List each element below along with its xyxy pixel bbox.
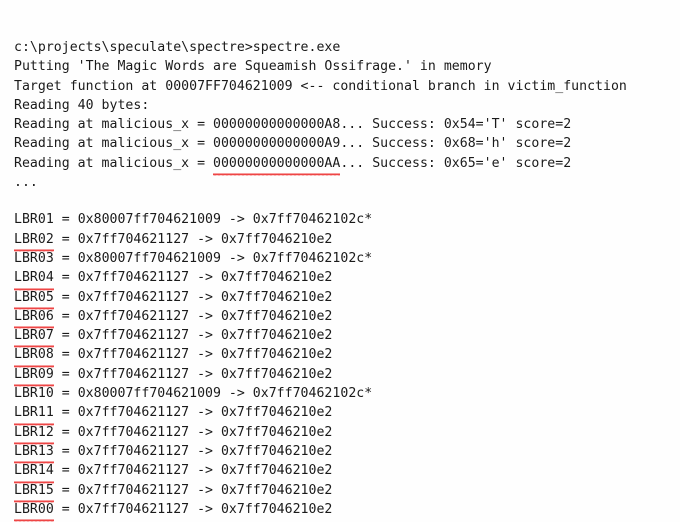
lbr-line: LBR04 = 0x7ff704621127 -> 0x7ff7046210e2 bbox=[14, 268, 680, 291]
lbr-line: LBR12 = 0x7ff704621127 -> 0x7ff7046210e2 bbox=[14, 422, 680, 445]
console-line: Reading at malicious_x = 00000000000000A… bbox=[14, 117, 572, 133]
lbr-line: LBR02 = 0x7ff704621127 -> 0x7ff7046210e2 bbox=[14, 229, 680, 252]
console-line-suffix: ... Success: 0x65='e' score=2 bbox=[340, 155, 572, 171]
intro-output-block: c:\projects\speculate\spectre>spectre.ex… bbox=[0, 0, 680, 192]
lbr-branch-record: = 0x7ff704621127 -> 0x7ff7046210e2 bbox=[53, 347, 333, 363]
console-line-prefix: Reading at malicious_x = bbox=[14, 155, 213, 171]
lbr-line: LBR03 = 0x80007ff704621009 -> 0x7ff70462… bbox=[14, 249, 680, 268]
lbr-branch-record: = 0x7ff704621127 -> 0x7ff7046210e2 bbox=[53, 482, 333, 498]
lbr-register-label: LBR03 bbox=[14, 250, 54, 266]
lbr-register-label: LBR10 bbox=[14, 386, 54, 402]
lbr-register-label: LBR02 bbox=[14, 229, 54, 252]
console-line: Reading at malicious_x = 00000000000000A… bbox=[14, 153, 680, 177]
lbr-branch-record: = 0x7ff704621127 -> 0x7ff7046210e2 bbox=[53, 366, 333, 382]
lbr-branch-record: = 0x80007ff704621009 -> 0x7ff70462102c* bbox=[53, 212, 373, 228]
lbr-branch-record: = 0x7ff704621127 -> 0x7ff7046210e2 bbox=[53, 405, 333, 421]
lbr-line: LBR08 = 0x7ff704621127 -> 0x7ff7046210e2 bbox=[14, 345, 680, 368]
lbr-line: LBR05 = 0x7ff704621127 -> 0x7ff7046210e2 bbox=[14, 287, 680, 310]
lbr-register-label: LBR09 bbox=[14, 364, 54, 388]
lbr-line: LBR15 = 0x7ff704621127 -> 0x7ff7046210e2 bbox=[14, 480, 680, 503]
lbr-branch-record: = 0x7ff704621127 -> 0x7ff7046210e2 bbox=[53, 463, 333, 479]
lbr-register-label: LBR00 bbox=[14, 499, 54, 522]
lbr-branch-record: = 0x7ff704621127 -> 0x7ff7046210e2 bbox=[53, 308, 333, 324]
misspelled-token: 00000000000000AA bbox=[213, 153, 341, 177]
console-line: Target function at 00007FF704621009 <-- … bbox=[14, 78, 627, 94]
lbr-line: LBR00 = 0x7ff704621127 -> 0x7ff7046210e2 bbox=[14, 499, 680, 522]
lbr-line: LBR07 = 0x7ff704621127 -> 0x7ff7046210e2 bbox=[14, 326, 680, 349]
lbr-branch-record: = 0x7ff704621127 -> 0x7ff7046210e2 bbox=[53, 443, 333, 459]
lbr-line: LBR14 = 0x7ff704621127 -> 0x7ff7046210e2 bbox=[14, 461, 680, 484]
lbr-branch-record: = 0x7ff704621127 -> 0x7ff7046210e2 bbox=[53, 231, 333, 247]
console-output-pane: c:\projects\speculate\spectre>spectre.ex… bbox=[0, 0, 680, 522]
lbr-branch-record: = 0x7ff704621127 -> 0x7ff7046210e2 bbox=[53, 501, 333, 517]
lbr-line: LBR10 = 0x80007ff704621009 -> 0x7ff70462… bbox=[14, 384, 680, 403]
console-line: c:\projects\speculate\spectre>spectre.ex… bbox=[14, 40, 341, 55]
console-line: ... bbox=[14, 175, 38, 191]
lbr-branch-record: = 0x80007ff704621009 -> 0x7ff70462102c* bbox=[53, 386, 373, 402]
lbr-branch-record: = 0x80007ff704621009 -> 0x7ff70462102c* bbox=[53, 250, 373, 266]
lbr-branch-record: = 0x7ff704621127 -> 0x7ff7046210e2 bbox=[53, 289, 333, 305]
console-line: Putting 'The Magic Words are Squeamish O… bbox=[14, 59, 492, 75]
lbr-line: LBR01 = 0x80007ff704621009 -> 0x7ff70462… bbox=[14, 210, 680, 229]
lbr-line: LBR09 = 0x7ff704621127 -> 0x7ff7046210e2 bbox=[14, 364, 680, 388]
lbr-register-label: LBR01 bbox=[14, 212, 54, 228]
console-line: Reading at malicious_x = 00000000000000A… bbox=[14, 136, 572, 152]
lbr-output-block: LBR01 = 0x80007ff704621009 -> 0x7ff70462… bbox=[0, 192, 680, 522]
console-line: Reading 40 bytes: bbox=[14, 97, 150, 113]
lbr-line: LBR11 = 0x7ff704621127 -> 0x7ff7046210e2 bbox=[14, 403, 680, 426]
lbr-line: LBR13 = 0x7ff704621127 -> 0x7ff7046210e2 bbox=[14, 441, 680, 465]
lbr-branch-record: = 0x7ff704621127 -> 0x7ff7046210e2 bbox=[53, 270, 333, 286]
lbr-branch-record: = 0x7ff704621127 -> 0x7ff7046210e2 bbox=[53, 328, 333, 344]
lbr-line: LBR06 = 0x7ff704621127 -> 0x7ff7046210e2 bbox=[14, 306, 680, 330]
lbr-branch-record: = 0x7ff704621127 -> 0x7ff7046210e2 bbox=[53, 424, 333, 440]
